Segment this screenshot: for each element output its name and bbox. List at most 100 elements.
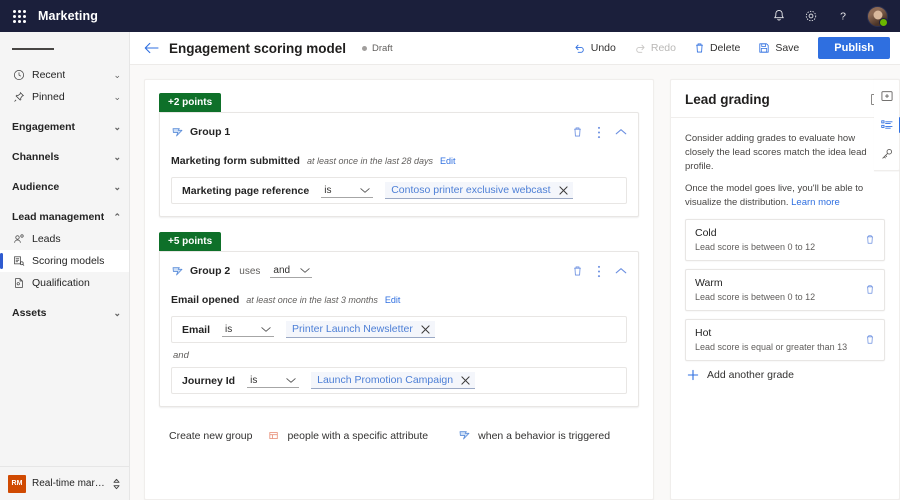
sidebar-item-leads[interactable]: Leads: [0, 228, 129, 250]
trigger-line: Marketing form submitted at least once i…: [171, 155, 627, 167]
redo-button[interactable]: Redo: [627, 38, 683, 58]
sidebar-item-lead-management[interactable]: Lead management ⌃: [0, 206, 129, 228]
save-label: Save: [775, 42, 800, 54]
sidebar-item-engagement[interactable]: Engagement ⌄: [0, 116, 129, 138]
score-group-1: +2 points Group 1 Marketing form submitt…: [159, 92, 639, 217]
sidebar-item-label: Scoring models: [32, 255, 105, 267]
clock-icon: [12, 69, 25, 82]
trigger-name: Email opened: [171, 294, 240, 306]
group-logic-select[interactable]: and: [270, 264, 313, 278]
question-mark-icon[interactable]: ?: [835, 8, 851, 24]
trash-icon[interactable]: [572, 126, 583, 138]
app-launcher-icon[interactable]: [0, 9, 38, 23]
list-properties-icon[interactable]: [877, 115, 900, 135]
more-vertical-icon[interactable]: [597, 126, 601, 139]
undo-label: Undo: [590, 42, 616, 54]
app-body: Recent ⌄ Pinned ⌄ Engagement ⌄ Channels: [0, 32, 900, 500]
chevron-up-icon[interactable]: [615, 267, 627, 275]
group-name: Group 2: [190, 265, 231, 277]
condition-operator-value: is: [250, 374, 258, 386]
back-arrow-icon[interactable]: [144, 42, 159, 54]
condition-value-pill[interactable]: Launch Promotion Campaign: [311, 372, 476, 389]
suite-header: Marketing ?: [0, 0, 900, 32]
condition-row: Email is Printer Launch Newsletter: [171, 316, 627, 343]
lead-grading-header: Lead grading: [671, 80, 899, 118]
right-panel-wrapper: Lead grading Consider adding grades to e…: [670, 65, 900, 500]
close-icon[interactable]: [558, 185, 568, 195]
lead-grading-intro-1: Consider adding grades to evaluate how c…: [685, 133, 867, 172]
trigger-edit-link[interactable]: Edit: [385, 295, 401, 305]
grade-name: Warm: [695, 276, 723, 289]
pin-icon: [12, 91, 25, 104]
grade-card-cold[interactable]: Cold Lead score is between 0 to 12: [685, 218, 885, 261]
more-vertical-icon[interactable]: [597, 265, 601, 278]
condition-row: Journey Id is Launch Promotion Campaign: [171, 367, 627, 394]
command-bar: Engagement scoring model Draft Undo Redo…: [130, 32, 900, 65]
chevron-down-icon: ⌄: [113, 69, 121, 80]
trigger-edit-link[interactable]: Edit: [440, 156, 456, 166]
condition-attribute: Email: [182, 323, 211, 336]
chevron-up-icon[interactable]: [615, 128, 627, 136]
sidebar-item-scoring-models[interactable]: Scoring models: [0, 250, 129, 272]
points-badge[interactable]: +2 points: [159, 93, 222, 112]
lead-grading-body: Consider adding grades to evaluate how c…: [671, 118, 899, 381]
condition-operator-select[interactable]: is: [222, 323, 275, 337]
builder-surface: +2 points Group 1 Marketing form submitt…: [144, 79, 654, 500]
sidebar-item-assets[interactable]: Assets ⌄: [0, 302, 129, 324]
status-badge: Draft: [362, 43, 393, 54]
sidebar-item-label: Audience: [12, 181, 60, 193]
chevron-down-icon: [360, 187, 370, 194]
app-root: Marketing ? Recent ⌄ Pinned ⌄ Engagement…: [0, 0, 900, 500]
create-group-behavior-option[interactable]: when a behavior is triggered: [458, 429, 610, 442]
publish-button[interactable]: Publish: [818, 37, 890, 59]
save-button[interactable]: Save: [751, 38, 806, 58]
undo-button[interactable]: Undo: [567, 38, 623, 58]
trash-icon[interactable]: [865, 234, 875, 245]
add-another-grade-button[interactable]: Add another grade: [685, 369, 885, 381]
condition-operator-value: is: [324, 184, 332, 196]
condition-value-pill[interactable]: Contoso printer exclusive webcast: [385, 182, 573, 199]
plus-icon: [687, 369, 699, 381]
area-switcher[interactable]: RM Real-time marketi...: [0, 466, 129, 500]
sidebar-item-pinned[interactable]: Pinned ⌄: [0, 86, 129, 108]
avatar[interactable]: [867, 5, 888, 27]
trigger-name: Marketing form submitted: [171, 155, 300, 167]
status-dot-icon: [362, 45, 368, 51]
sidebar-item-channels[interactable]: Channels ⌄: [0, 146, 129, 168]
suite-actions: ?: [771, 5, 900, 27]
grade-card-warm[interactable]: Warm Lead score is between 0 to 12: [685, 268, 885, 311]
add-panel-icon[interactable]: [877, 86, 897, 106]
chevron-down-icon: ⌄: [113, 91, 121, 102]
condition-operator-select[interactable]: is: [321, 184, 374, 198]
key-icon[interactable]: [877, 144, 897, 164]
delete-button[interactable]: Delete: [687, 38, 747, 58]
learn-more-link[interactable]: Learn more: [791, 197, 840, 208]
trigger-frequency: at least once in the last 28 days: [306, 156, 434, 166]
condition-value-pill[interactable]: Printer Launch Newsletter: [286, 321, 435, 338]
condition-separator: and: [173, 350, 189, 361]
sidebar-item-label: Leads: [32, 233, 61, 245]
sidebar-item-label: Assets: [12, 307, 47, 319]
bell-icon[interactable]: [771, 8, 787, 24]
points-badge[interactable]: +5 points: [159, 232, 222, 251]
condition-value: Contoso printer exclusive webcast: [391, 184, 551, 196]
grade-description: Lead score is between 0 to 12: [695, 241, 816, 252]
grade-card-hot[interactable]: Hot Lead score is equal or greater than …: [685, 318, 885, 361]
trash-icon[interactable]: [572, 265, 583, 277]
trash-icon[interactable]: [865, 284, 875, 295]
sidebar-item-audience[interactable]: Audience ⌄: [0, 176, 129, 198]
create-new-group-row: Create new group people with a specific …: [159, 429, 639, 442]
condition-operator-select[interactable]: is: [247, 374, 300, 388]
create-group-attribute-option[interactable]: people with a specific attribute: [268, 430, 428, 442]
area-badge: RM: [8, 474, 26, 493]
gear-icon[interactable]: [803, 8, 819, 24]
canvas: +2 points Group 1 Marketing form submitt…: [130, 65, 900, 500]
close-icon[interactable]: [461, 375, 470, 385]
trash-icon[interactable]: [865, 334, 875, 345]
condition-value: Printer Launch Newsletter: [292, 323, 413, 335]
sidebar-item-recent[interactable]: Recent ⌄: [0, 64, 129, 86]
sidebar-item-qualification[interactable]: Qualification: [0, 272, 129, 294]
group-card: Group 2 uses and Email opened at least o…: [159, 251, 639, 407]
hamburger-menu-icon[interactable]: [0, 34, 129, 64]
close-icon[interactable]: [421, 324, 430, 334]
